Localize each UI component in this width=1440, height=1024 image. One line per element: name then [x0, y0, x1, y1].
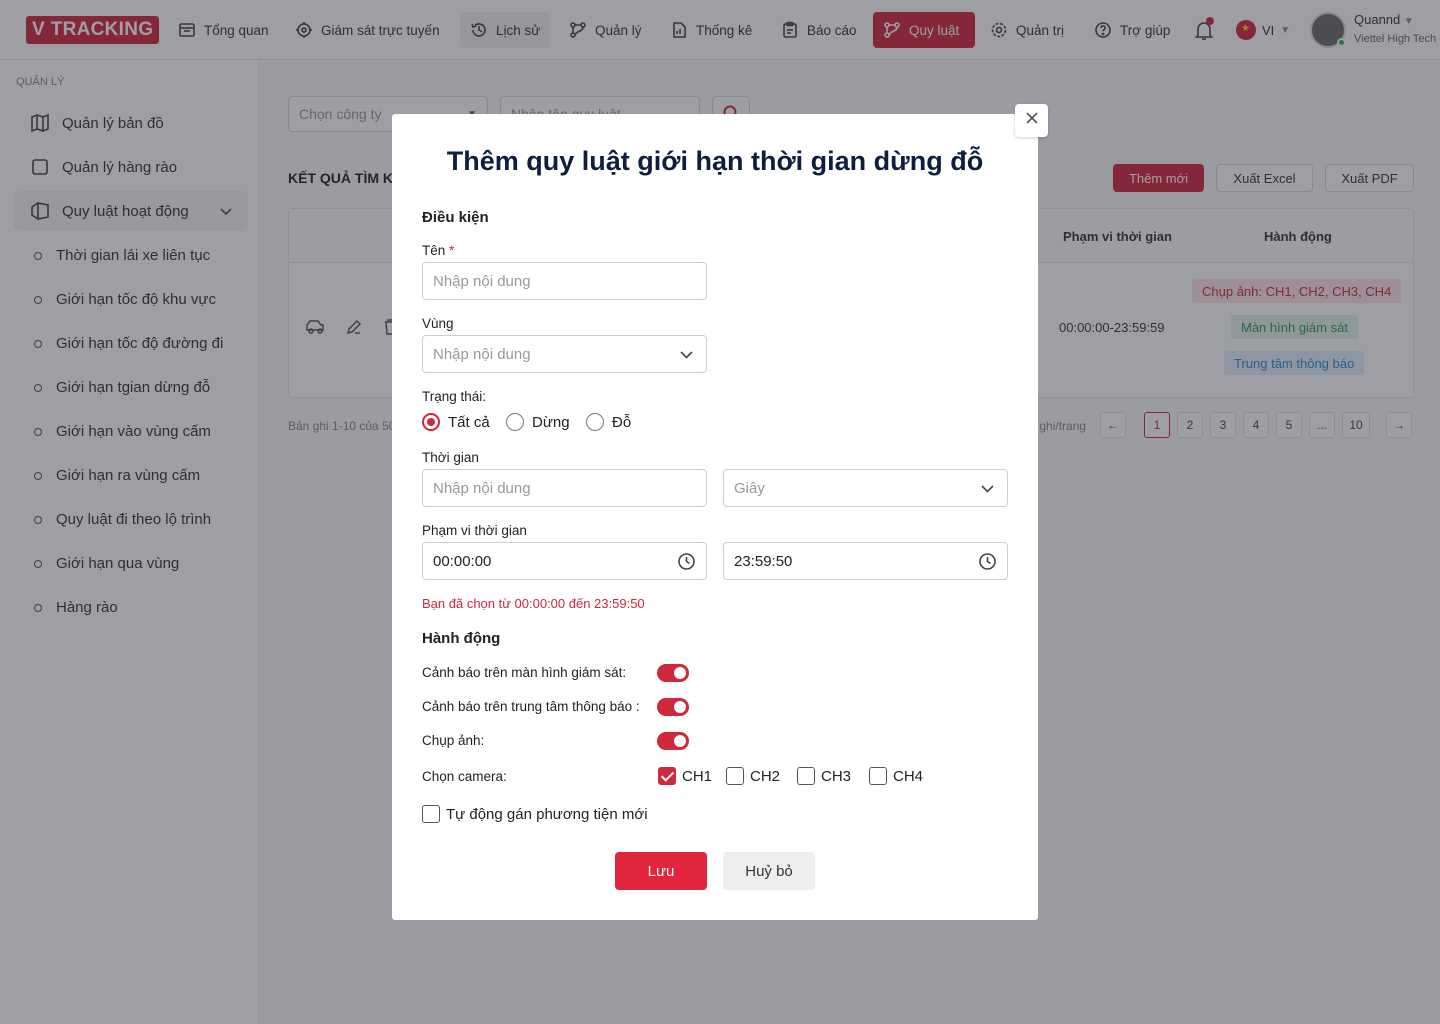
name-label-text: Tên: [422, 243, 446, 258]
name-input-placeholder: Nhập nội dung: [433, 272, 531, 290]
status-radio-park[interactable]: Đỗ: [586, 413, 631, 431]
close-modal-button[interactable]: [1015, 104, 1048, 137]
zone-select-placeholder: Nhập nội dung: [433, 345, 531, 363]
toggle-label-notification: Cảnh báo trên trung tâm thông báo :: [422, 699, 640, 714]
radio-button: [422, 413, 440, 431]
section-action: Hành động: [422, 630, 501, 647]
checkbox: [797, 767, 815, 785]
time-unit-select[interactable]: Giây: [723, 469, 1008, 507]
time-range-to-input[interactable]: 23:59:50: [723, 542, 1008, 580]
required-marker: *: [449, 243, 455, 258]
clock-icon[interactable]: [677, 552, 696, 571]
clock-icon[interactable]: [978, 552, 997, 571]
time-range-from-input[interactable]: 00:00:00: [422, 542, 707, 580]
radio-label: Tất cả: [448, 413, 490, 431]
camera-checkbox-ch2[interactable]: CH2: [726, 767, 780, 785]
time-range-to-value: 23:59:50: [734, 552, 793, 570]
time-input-placeholder: Nhập nội dung: [433, 479, 531, 497]
radio-button: [506, 413, 524, 431]
close-icon: [1025, 111, 1039, 130]
status-radio-stop[interactable]: Dừng: [506, 413, 570, 431]
section-condition: Điều kiện: [422, 209, 489, 226]
status-radio-all[interactable]: Tất cả: [422, 413, 490, 431]
cancel-button[interactable]: Huỷ bỏ: [723, 852, 815, 890]
checkbox-label: Tự động gán phương tiện mới: [446, 805, 648, 823]
camera-checkbox-ch1[interactable]: CH1: [658, 767, 712, 785]
capture-toggle[interactable]: [657, 732, 689, 750]
checkbox-label: CH4: [893, 767, 924, 785]
save-button[interactable]: Lưu: [615, 852, 707, 890]
monitor-alert-toggle[interactable]: [657, 664, 689, 682]
time-label: Thời gian: [422, 450, 479, 465]
checkbox-label: CH3: [821, 767, 852, 785]
name-input[interactable]: Nhập nội dung: [422, 262, 707, 300]
auto-assign-checkbox[interactable]: Tự động gán phương tiện mới: [422, 805, 648, 823]
checkbox-label: CH1: [682, 767, 713, 785]
time-range-from-value: 00:00:00: [433, 552, 492, 570]
toggle-label-capture: Chụp ảnh:: [422, 733, 485, 748]
modal-title: Thêm quy luật giới hạn thời gian dừng đỗ: [446, 146, 984, 176]
zone-select[interactable]: Nhập nội dung: [422, 335, 707, 373]
checkbox: [869, 767, 887, 785]
chevron-down-icon: [978, 479, 997, 498]
name-label: Tên *: [422, 243, 454, 258]
camera-checkbox-ch3[interactable]: CH3: [797, 767, 851, 785]
time-range-label: Phạm vi thời gian: [422, 523, 527, 538]
add-rule-modal: Thêm quy luật giới hạn thời gian dừng đỗ…: [392, 114, 1038, 920]
time-input[interactable]: Nhập nội dung: [422, 469, 707, 507]
checkbox: [658, 767, 676, 785]
camera-checkbox-ch4[interactable]: CH4: [869, 767, 923, 785]
time-range-note: Bạn đã chọn từ 00:00:00 đến 23:59:50: [422, 596, 645, 611]
radio-label: Đỗ: [612, 413, 632, 431]
status-label: Trạng thái:: [422, 389, 487, 404]
notification-alert-toggle[interactable]: [657, 698, 689, 716]
radio-button: [586, 413, 604, 431]
chevron-down-icon: [677, 345, 696, 364]
time-unit-placeholder: Giây: [734, 479, 765, 497]
radio-label: Dừng: [532, 413, 570, 431]
checkbox-label: CH2: [750, 767, 781, 785]
zone-label: Vùng: [422, 316, 454, 331]
toggle-label-monitor: Cảnh báo trên màn hình giám sát:: [422, 665, 627, 680]
camera-label: Chọn camera:: [422, 769, 507, 784]
checkbox: [422, 805, 440, 823]
checkbox: [726, 767, 744, 785]
